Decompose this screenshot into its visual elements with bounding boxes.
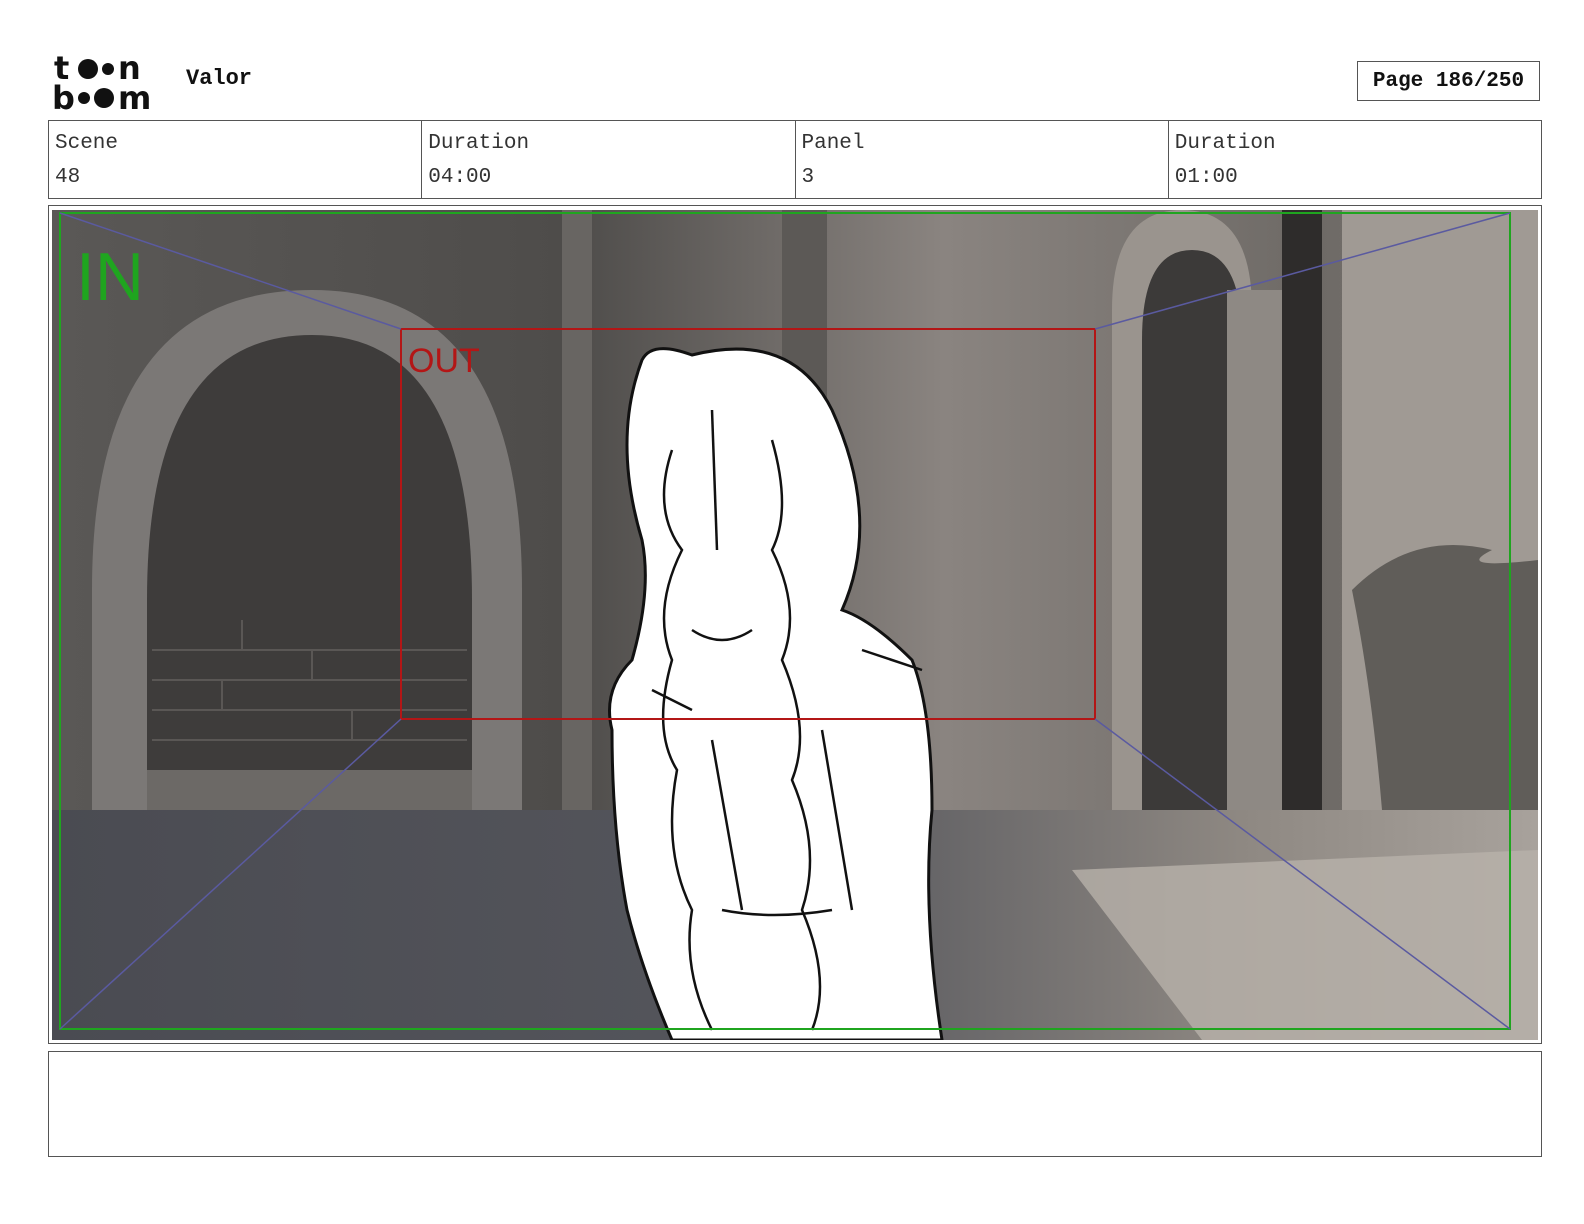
svg-text:m: m [118,79,151,112]
storyboard-panel-image: IN OUT [52,210,1538,1040]
scene-duration-cell: Duration 04:00 [422,121,796,198]
scene-value: 48 [55,166,81,189]
panel-duration-label: Duration [1174,132,1276,155]
svg-text:b: b [52,79,75,112]
panel-notes-box[interactable] [48,1051,1542,1157]
scene-label: Scene [55,132,119,155]
panel-duration-cell: Duration 01:00 [1169,121,1541,198]
scene-cell: Scene 48 [49,121,423,198]
panel-label: Panel [801,132,865,155]
toon-boom-logo: t n b m [52,52,151,112]
out-frame-label: OUT [408,342,480,380]
scene-duration-value: 04:00 [428,166,492,189]
panel-duration-value: 01:00 [1174,166,1238,189]
scene-info-row: Scene 48 Duration 04:00 Panel 3 Duration… [48,120,1542,199]
panel-value: 3 [801,166,815,189]
panel-cell: Panel 3 [796,121,1169,198]
in-frame-label: IN [76,239,144,315]
page-number: Page 186/250 [1357,61,1540,101]
scene-duration-label: Duration [428,132,530,155]
project-title: Valor [186,66,253,91]
